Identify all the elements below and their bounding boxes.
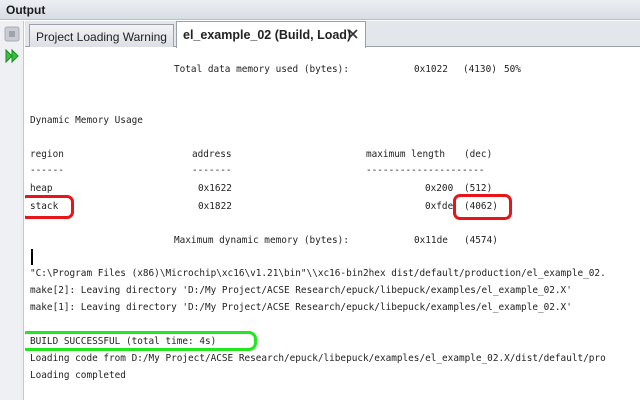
max-dynamic-line: Maximum dynamic memory (bytes): 0x11de (… bbox=[30, 235, 498, 247]
header-maxlen: maximum length bbox=[366, 149, 446, 160]
tab-label: Project Loading Warning bbox=[36, 30, 167, 44]
tab-el-example-build-load[interactable]: el_example_02 (Build, Load) bbox=[176, 21, 366, 48]
max-dynamic-label: Maximum dynamic memory (bytes): bbox=[174, 235, 349, 246]
max-dynamic-dec: (4574) bbox=[464, 235, 498, 246]
memory-table-header: region address maximum length (dec) bbox=[30, 149, 492, 161]
output-window-titlebar: Output bbox=[0, 0, 640, 20]
tab-label: el_example_02 (Build, Load) bbox=[183, 28, 352, 42]
loading-code-line: Loading code from D:/My Project/ACSE Res… bbox=[30, 353, 606, 364]
make1-line: make[1]: Leaving directory 'D:/My Projec… bbox=[30, 302, 572, 313]
stack-region-highlight bbox=[25, 195, 74, 219]
tab-project-loading-warning[interactable]: Project Loading Warning bbox=[29, 24, 174, 47]
rule-region: ------ bbox=[30, 165, 64, 176]
memory-table-rule: ------ ------- --------------------- bbox=[30, 165, 485, 177]
bin2hex-line: "C:\Program Files (x86)\Microchip\xc16\v… bbox=[30, 268, 606, 279]
row-region: heap bbox=[30, 183, 53, 194]
loading-completed-line: Loading completed bbox=[30, 370, 126, 381]
total-data-line: Total data memory used (bytes): 0x1022 (… bbox=[30, 64, 521, 76]
total-data-label: Total data memory used (bytes): bbox=[174, 64, 349, 75]
output-console[interactable]: Total data memory used (bytes): 0x1022 (… bbox=[25, 48, 640, 400]
stop-icon[interactable] bbox=[4, 26, 20, 42]
total-data-pct: 50% bbox=[504, 64, 521, 75]
output-toolbar bbox=[0, 21, 24, 400]
row-address: 0x1622 bbox=[198, 183, 232, 194]
rule-address: ------- bbox=[192, 165, 232, 176]
row-maxlen: 0xfde bbox=[425, 201, 454, 212]
max-dynamic-hex: 0x11de bbox=[414, 235, 448, 246]
rule-maxlen: --------------------- bbox=[366, 165, 485, 176]
header-region: region bbox=[30, 149, 64, 160]
rerun-icon[interactable] bbox=[4, 48, 20, 64]
row-address: 0x1822 bbox=[198, 201, 232, 212]
stack-dec-highlight bbox=[453, 194, 512, 220]
header-dec: (dec) bbox=[464, 149, 493, 160]
close-icon[interactable] bbox=[347, 28, 359, 40]
header-address: address bbox=[192, 149, 232, 160]
make2-line: make[2]: Leaving directory 'D:/My Projec… bbox=[30, 285, 572, 296]
table-row: heap 0x1622 0x200 (512) bbox=[30, 183, 492, 195]
total-data-dec: (4130) bbox=[463, 64, 497, 75]
total-data-hex: 0x1022 bbox=[414, 64, 448, 75]
text-caret bbox=[31, 249, 33, 265]
build-successful-highlight bbox=[25, 331, 257, 351]
window-title: Output bbox=[6, 3, 46, 17]
dynamic-memory-heading: Dynamic Memory Usage bbox=[30, 115, 143, 126]
output-tab-strip: Project Loading Warning el_example_02 (B… bbox=[25, 21, 640, 48]
row-maxlen: 0x200 bbox=[425, 183, 454, 194]
